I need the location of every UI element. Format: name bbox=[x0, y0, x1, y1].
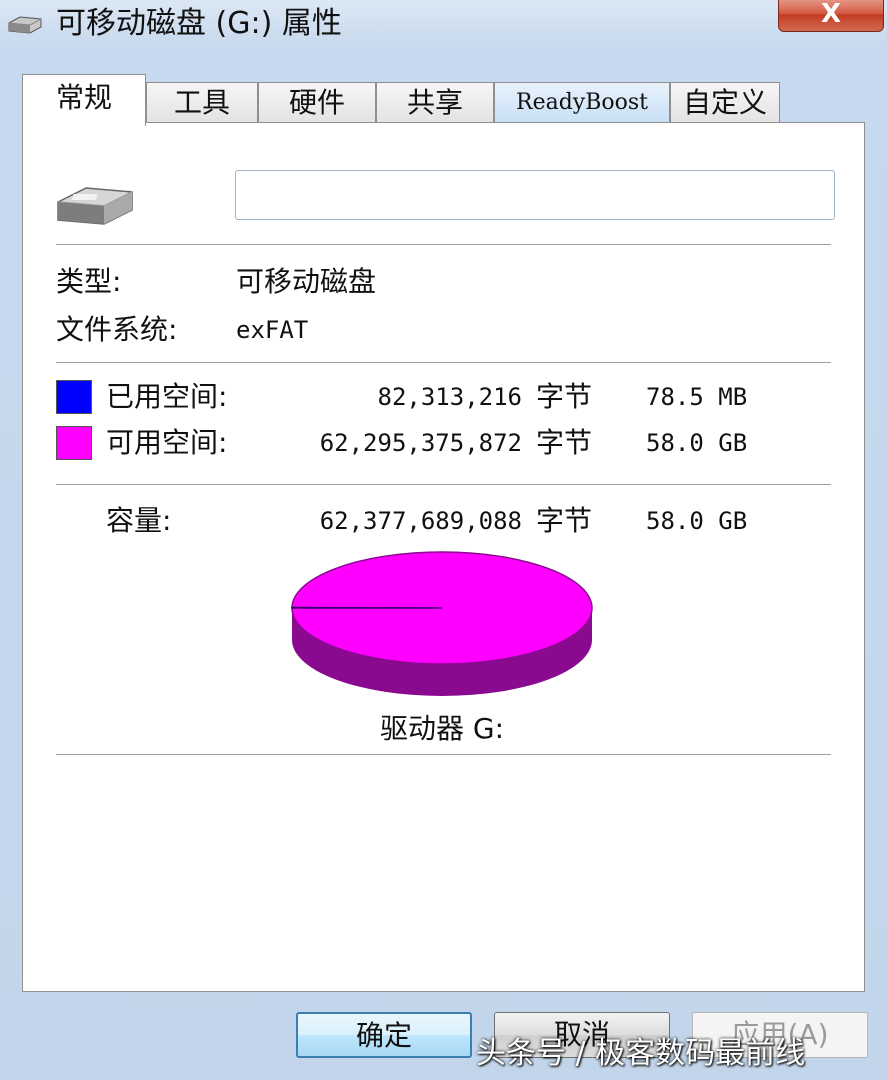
tab-tools[interactable]: 工具 bbox=[146, 82, 258, 122]
tab-sharing[interactable]: 共享 bbox=[376, 82, 494, 122]
filesystem-label: 文件系统: bbox=[56, 313, 178, 346]
divider bbox=[56, 754, 831, 756]
tab-general[interactable]: 常规 bbox=[22, 74, 146, 126]
disk-usage-pie bbox=[291, 551, 593, 696]
tab-hardware[interactable]: 硬件 bbox=[258, 82, 376, 122]
removable-drive-icon bbox=[8, 16, 42, 34]
drive-letter-label: 驱动器 G: bbox=[380, 712, 505, 745]
used-space-color-swatch bbox=[56, 380, 92, 414]
tab-readyboost[interactable]: ReadyBoost bbox=[494, 82, 670, 122]
tab-customize[interactable]: 自定义 bbox=[670, 82, 780, 122]
free-space-color-swatch bbox=[56, 426, 92, 460]
divider bbox=[56, 244, 831, 246]
filesystem-value: exFAT bbox=[236, 316, 309, 344]
properties-window: 可移动磁盘 (G:) 属性 X 工具 硬件 共享 ReadyBoost 自定义 … bbox=[0, 0, 887, 1080]
type-value: 可移动磁盘 bbox=[236, 265, 377, 298]
window-title: 可移动磁盘 (G:) 属性 bbox=[56, 6, 342, 41]
close-button[interactable]: X bbox=[778, 0, 884, 32]
type-label: 类型: bbox=[56, 265, 122, 298]
watermark-text: 头条号 / 极客数码最前线 bbox=[476, 1036, 806, 1071]
capacity-label: 容量: bbox=[106, 504, 172, 537]
capacity-unit: 字节 bbox=[536, 504, 593, 537]
removable-drive-icon bbox=[57, 187, 133, 225]
free-space-label: 可用空间: bbox=[106, 426, 228, 459]
divider bbox=[56, 484, 831, 486]
capacity-size: 58.0 GB bbox=[646, 507, 748, 535]
divider bbox=[56, 362, 831, 364]
used-space-bytes: 82,313,216 bbox=[377, 383, 523, 411]
volume-name-input[interactable] bbox=[235, 170, 835, 220]
capacity-bytes: 62,377,689,088 bbox=[319, 507, 522, 535]
title-bar: 可移动磁盘 (G:) 属性 X bbox=[0, 0, 887, 50]
free-space-unit: 字节 bbox=[536, 426, 593, 459]
used-space-unit: 字节 bbox=[536, 380, 593, 413]
used-space-size: 78.5 MB bbox=[646, 383, 748, 411]
free-space-size: 58.0 GB bbox=[646, 429, 748, 457]
ok-button[interactable]: 确定 bbox=[296, 1012, 472, 1058]
close-icon: X bbox=[820, 0, 842, 29]
used-space-label: 已用空间: bbox=[106, 380, 228, 413]
free-space-bytes: 62,295,375,872 bbox=[319, 429, 522, 457]
